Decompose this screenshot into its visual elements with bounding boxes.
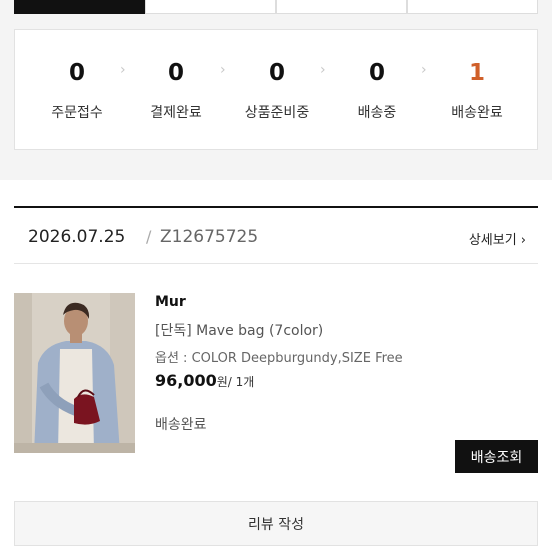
tab-1[interactable] <box>14 0 145 14</box>
order-status-summary: 0 주문접수 › 0 결제완료 › 0 상품준비중 › 0 배송중 › 1 배송… <box>14 29 538 150</box>
tab-2[interactable] <box>145 0 276 14</box>
shipping-status: 배송완료 <box>155 417 207 433</box>
order-number: Z12675725 <box>160 227 259 247</box>
status-label: 주문접수 <box>51 105 103 121</box>
write-review-button[interactable]: 리뷰 작성 <box>14 501 538 546</box>
status-count: 0 <box>368 60 385 86</box>
status-label: 배송중 <box>357 105 397 121</box>
tab-3[interactable] <box>276 0 407 14</box>
order-status-tabs <box>14 0 538 14</box>
status-label: 결제완료 <box>150 105 202 121</box>
price-unit: 원/ 1개 <box>216 375 255 389</box>
tab-4[interactable] <box>407 0 538 14</box>
order-date: 2026.07.25 <box>28 227 126 247</box>
product-photo <box>14 293 135 453</box>
status-label: 상품준비중 <box>244 105 310 121</box>
order-header: 2026.07.25 / Z12675725 상세보기 › <box>14 206 538 264</box>
chevron-right-icon: › <box>220 62 226 78</box>
status-count: 1 <box>468 60 485 86</box>
product-option: 옵션 : COLOR Deepburgundy,SIZE Free <box>155 351 403 366</box>
chevron-right-icon: › <box>320 62 326 78</box>
product-brand[interactable]: Mur <box>155 294 186 310</box>
status-count: 0 <box>167 60 184 86</box>
order-section: 2026.07.25 / Z12675725 상세보기 › Mur [단독] M… <box>0 180 552 552</box>
order-separator: / <box>146 227 152 246</box>
product-name[interactable]: [단독] Mave bag (7color) <box>155 320 323 340</box>
track-delivery-button[interactable]: 배송조회 <box>455 440 538 473</box>
chevron-right-icon: › <box>421 62 427 78</box>
price-value: 96,000 <box>155 371 217 390</box>
chevron-right-icon: › <box>120 62 126 78</box>
product-price: 96,000원/ 1개 <box>155 371 254 390</box>
status-count: 0 <box>68 60 85 86</box>
order-detail-link[interactable]: 상세보기 › <box>469 229 526 248</box>
product-thumbnail[interactable] <box>14 293 135 453</box>
status-count: 0 <box>268 60 285 86</box>
status-label: 배송완료 <box>451 105 503 121</box>
